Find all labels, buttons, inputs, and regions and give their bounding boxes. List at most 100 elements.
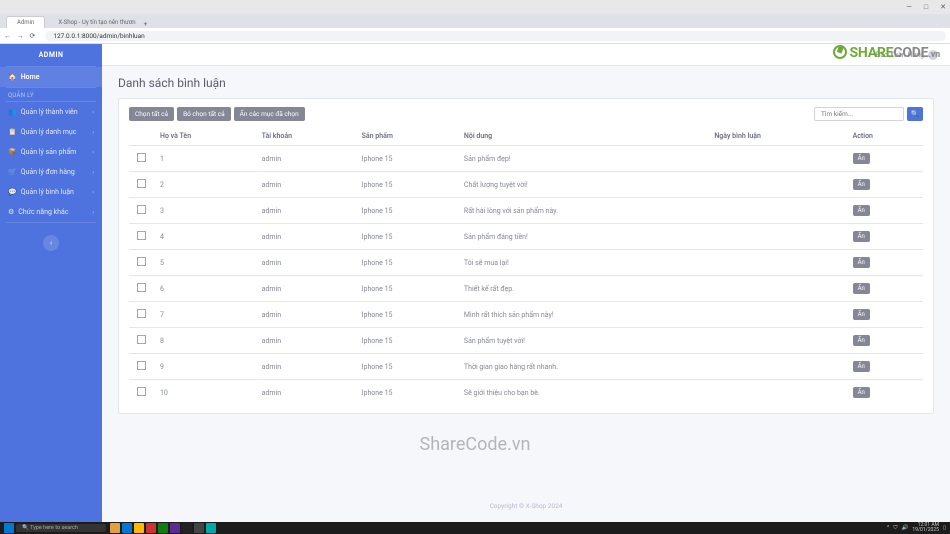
cell-content: Thời gian giao hàng rất nhanh. bbox=[458, 354, 708, 380]
hide-button[interactable]: Ẩn bbox=[853, 283, 870, 294]
hide-button[interactable]: Ẩn bbox=[853, 361, 870, 372]
comment-icon: 💬 bbox=[8, 188, 17, 196]
cell-id: 10 bbox=[154, 380, 256, 406]
cell-content: Mình rất thích sản phẩm này! bbox=[458, 302, 708, 328]
row-checkbox[interactable] bbox=[137, 283, 146, 292]
taskbar-app-icon[interactable] bbox=[122, 523, 132, 533]
select-all-button[interactable]: Chọn tất cả bbox=[129, 107, 174, 121]
browser-tab-1[interactable]: Admin bbox=[6, 16, 45, 28]
sidebar-item-orders[interactable]: 🛒Quản lý đơn hàng › bbox=[0, 162, 102, 182]
cell-product: Iphone 15 bbox=[356, 276, 458, 302]
chevron-right-icon: › bbox=[92, 189, 94, 196]
taskbar-app-icon[interactable] bbox=[110, 523, 120, 533]
footer-copyright: Copyright © X-Shop 2024 bbox=[102, 502, 950, 510]
address-bar[interactable]: 127.0.0.1:8000/admin/binhluan bbox=[45, 31, 946, 41]
chevron-right-icon: › bbox=[92, 209, 94, 216]
hide-button[interactable]: Ẩn bbox=[853, 179, 870, 190]
sidebar-item-label: Quản lý sản phẩm bbox=[21, 148, 77, 156]
taskbar-app-icon[interactable] bbox=[170, 523, 180, 533]
table-row: 6adminIphone 15Thiết kế rất đẹp.Ẩn bbox=[129, 276, 923, 302]
hide-button[interactable]: Ẩn bbox=[853, 231, 870, 242]
gear-icon: ⚙ bbox=[8, 208, 14, 216]
taskbar-app-icon[interactable] bbox=[206, 523, 216, 533]
cell-product: Iphone 15 bbox=[356, 198, 458, 224]
row-checkbox[interactable] bbox=[137, 179, 146, 188]
cell-id: 8 bbox=[154, 328, 256, 354]
hide-selected-button[interactable]: Ẩn các mục đã chọn bbox=[234, 107, 305, 121]
list-icon: 📋 bbox=[8, 128, 17, 136]
sidebar-item-home[interactable]: 🏠Home bbox=[0, 67, 102, 87]
row-checkbox[interactable] bbox=[137, 309, 146, 318]
forward-icon[interactable]: → bbox=[17, 32, 24, 40]
table-row: 1adminIphone 15Sản phẩm đẹp!Ẩn bbox=[129, 146, 923, 172]
row-checkbox[interactable] bbox=[137, 257, 146, 266]
browser-tabbar: Admin X-Shop - Uy tín tạo nên thươn... + bbox=[0, 14, 950, 28]
new-tab-button[interactable]: + bbox=[139, 21, 151, 28]
window-maximize-icon[interactable]: □ bbox=[924, 3, 928, 11]
cell-account: admin bbox=[256, 328, 356, 354]
deselect-all-button[interactable]: Bỏ chọn tất cả bbox=[177, 107, 231, 121]
sidebar-item-categories[interactable]: 📋Quản lý danh mục › bbox=[0, 122, 102, 142]
cell-date bbox=[708, 146, 846, 172]
cell-date bbox=[708, 380, 846, 406]
window-minimize-icon[interactable]: — bbox=[906, 3, 911, 11]
tab-label: Admin bbox=[17, 19, 34, 26]
search-input[interactable] bbox=[814, 107, 904, 121]
tray-notification-icon[interactable]: ▯ bbox=[943, 525, 946, 531]
sidebar-item-members[interactable]: 👥Quản lý thành viên › bbox=[0, 102, 102, 122]
cell-product: Iphone 15 bbox=[356, 380, 458, 406]
back-icon[interactable]: ← bbox=[4, 32, 11, 40]
hide-button[interactable]: Ẩn bbox=[853, 257, 870, 268]
taskbar-app-icon[interactable] bbox=[182, 523, 192, 533]
cell-account: admin bbox=[256, 276, 356, 302]
hide-button[interactable]: Ẩn bbox=[853, 387, 870, 398]
chevron-right-icon: › bbox=[92, 109, 94, 116]
browser-tab-2[interactable]: X-Shop - Uy tín tạo nên thươn... bbox=[47, 16, 137, 28]
cell-id: 6 bbox=[154, 276, 256, 302]
chevron-right-icon: › bbox=[92, 169, 94, 176]
reload-icon[interactable]: ⟳ bbox=[30, 32, 36, 40]
row-checkbox[interactable] bbox=[137, 153, 146, 162]
sidebar-brand[interactable]: ADMIN bbox=[0, 44, 102, 66]
cell-account: admin bbox=[256, 198, 356, 224]
clock-date: 19/01/2025 bbox=[912, 528, 939, 533]
card: Chọn tất cả Bỏ chọn tất cả Ẩn các mục đã… bbox=[118, 98, 934, 414]
row-checkbox[interactable] bbox=[137, 231, 146, 240]
hide-button[interactable]: Ẩn bbox=[853, 153, 870, 164]
hide-button[interactable]: Ẩn bbox=[853, 205, 870, 216]
cell-content: Sẽ giới thiệu cho bạn bè. bbox=[458, 380, 708, 406]
cell-account: admin bbox=[256, 172, 356, 198]
row-checkbox[interactable] bbox=[137, 205, 146, 214]
sidebar-collapse-button[interactable]: ‹ bbox=[43, 235, 59, 251]
sidebar-item-comments[interactable]: 💬Quản lý bình luận › bbox=[0, 182, 102, 202]
taskbar-search-label: Type here to search bbox=[30, 525, 78, 531]
row-checkbox[interactable] bbox=[137, 361, 146, 370]
taskbar-clock[interactable]: 12:01 AM 19/01/2025 bbox=[912, 523, 939, 533]
start-button[interactable] bbox=[4, 523, 14, 533]
sidebar-item-other[interactable]: ⚙Chức năng khác › bbox=[0, 202, 102, 222]
sidebar-item-label: Quản lý đơn hàng bbox=[21, 168, 75, 176]
hide-button[interactable]: Ẩn bbox=[853, 309, 870, 320]
hide-button[interactable]: Ẩn bbox=[853, 335, 870, 346]
search-button[interactable]: 🔍 bbox=[907, 107, 923, 121]
cell-account: admin bbox=[256, 224, 356, 250]
sidebar-item-products[interactable]: 📦Quản lý sản phẩm › bbox=[0, 142, 102, 162]
taskbar-app-icon[interactable] bbox=[194, 523, 204, 533]
cell-product: Iphone 15 bbox=[356, 354, 458, 380]
chevron-right-icon: › bbox=[92, 149, 94, 156]
col-action: Action bbox=[847, 127, 923, 146]
tray-sound-icon[interactable]: 🔊 bbox=[902, 525, 909, 531]
taskbar-search[interactable]: 🔍 Type here to search bbox=[16, 524, 106, 532]
page-title: Danh sách bình luận bbox=[118, 76, 934, 90]
taskbar-app-icon[interactable] bbox=[146, 523, 156, 533]
row-checkbox[interactable] bbox=[137, 387, 146, 396]
taskbar-app-icon[interactable] bbox=[134, 523, 144, 533]
taskbar-app-icon[interactable] bbox=[158, 523, 168, 533]
table-row: 2adminIphone 15Chất lượng tuyệt vời!Ẩn bbox=[129, 172, 923, 198]
tray-wifi-icon[interactable]: ⛉ bbox=[893, 525, 897, 532]
window-close-icon[interactable]: ✕ bbox=[940, 3, 946, 11]
row-checkbox[interactable] bbox=[137, 335, 146, 344]
tray-chevron-icon[interactable]: ^ bbox=[887, 525, 889, 531]
sidebar-item-label: Quản lý thành viên bbox=[21, 108, 78, 116]
cell-id: 7 bbox=[154, 302, 256, 328]
